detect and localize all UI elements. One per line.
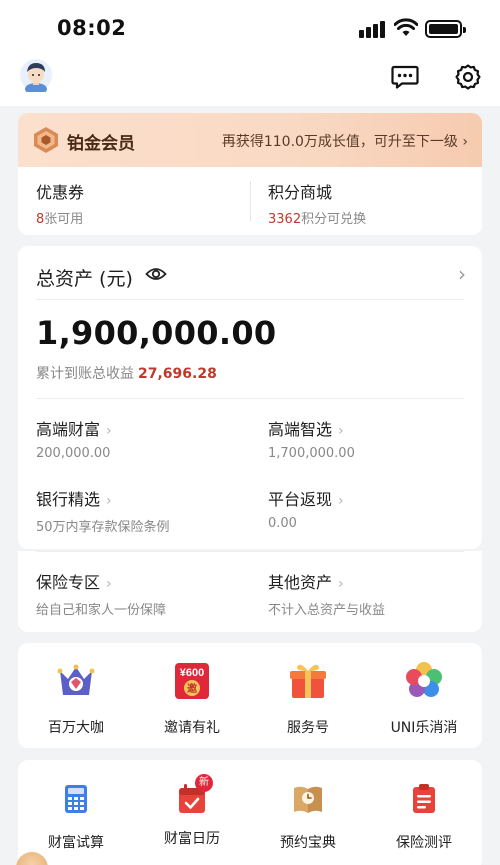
points-title: 积分商城: [268, 183, 333, 202]
divider: [36, 299, 464, 300]
points-count: 3362: [268, 212, 302, 227]
invite-icon: ¥600 邀: [175, 663, 209, 699]
quick-entry-service[interactable]: 服务号: [250, 661, 366, 737]
assets-card: 总资产 (元) › 1,900,000.00 累计到账总收益 27,696.28 …: [18, 246, 482, 549]
vip-card: 铂金会员 再获得110.0万成长值，可升至下一级 › 优惠券 8张可用 积分商城…: [18, 113, 482, 235]
chevron-right-icon: ›: [338, 576, 344, 592]
coupon-suffix: 张可用: [44, 212, 84, 227]
vip-upgrade-hint[interactable]: 再获得110.0万成长值，可升至下一级 ›: [222, 131, 468, 151]
battery-icon: [425, 20, 466, 38]
message-icon[interactable]: [391, 65, 419, 89]
asset-item-high-end-select[interactable]: 高端智选 › 1,700,000.00: [268, 416, 355, 461]
asset-item-bank-select[interactable]: 银行精选 › 50万内享存款保险条例: [36, 486, 170, 535]
insurance-zone-entry[interactable]: 保险专区 › 给自己和家人一份保障: [36, 569, 166, 618]
book-icon: [294, 786, 322, 813]
chevron-right-icon: ›: [338, 423, 344, 439]
assets-title[interactable]: 总资产 (元): [36, 264, 133, 291]
tool-insurance-assessment[interactable]: 保险测评: [366, 782, 482, 852]
crown-icon: [57, 664, 95, 695]
chevron-right-icon: ›: [338, 493, 344, 509]
status-time: 08:02: [57, 16, 127, 40]
divider: [36, 551, 464, 552]
other-assets-entry[interactable]: 其他资产 › 不计入总资产与收益: [268, 569, 385, 618]
total-earnings: 累计到账总收益 27,696.28: [36, 366, 217, 382]
wifi-icon: [394, 18, 418, 36]
assets-chevron-right-icon[interactable]: ›: [458, 262, 466, 286]
coupon-entry[interactable]: 优惠券 8张可用: [36, 179, 84, 227]
clipboard-icon: [413, 784, 435, 813]
chevron-right-icon: ›: [106, 493, 112, 509]
gift-icon: [290, 664, 326, 698]
calculator-icon: [65, 785, 87, 813]
chevron-right-icon: ›: [106, 423, 112, 439]
tool-wealth-calendar[interactable]: 新 财富日历: [134, 774, 250, 848]
signal-icon: [359, 20, 387, 38]
tool-wealth-calculator[interactable]: 财富试算: [18, 782, 134, 852]
vip-banner[interactable]: 铂金会员 再获得110.0万成长值，可升至下一级 ›: [18, 113, 482, 167]
flower-icon: [406, 662, 442, 697]
svg-text:¥600: ¥600: [180, 667, 204, 679]
quick-entry-card: 百万大咖 ¥600 邀 邀请有礼 服务号 UNI乐消消: [18, 643, 482, 748]
asset-item-high-end-wealth[interactable]: 高端财富 › 200,000.00: [36, 416, 112, 461]
coupon-title: 优惠券: [36, 183, 85, 202]
chevron-right-icon: ›: [106, 576, 112, 592]
avatar[interactable]: [20, 58, 52, 92]
gear-icon[interactable]: [454, 63, 482, 91]
quick-entry-millionaire[interactable]: 百万大咖: [18, 661, 134, 737]
top-bar: [0, 58, 500, 106]
vip-badge-icon: [34, 127, 58, 153]
points-mall-entry[interactable]: 积分商城 3362积分可兑换: [268, 179, 366, 227]
status-bar: 08:02: [0, 0, 500, 58]
tools-card: 财富试算 新 财富日历 预约宝典 保险测评: [18, 760, 482, 865]
total-earnings-value: 27,696.28: [138, 366, 217, 382]
eye-icon[interactable]: [145, 265, 167, 283]
points-suffix: 积分可兑换: [301, 212, 367, 227]
vip-level: 铂金会员: [67, 134, 135, 154]
new-badge: 新: [195, 774, 213, 792]
quick-entry-uni-game[interactable]: UNI乐消消: [366, 661, 482, 737]
svg-text:邀: 邀: [187, 682, 198, 695]
total-assets-value: 1,900,000.00: [36, 314, 277, 352]
divider: [36, 398, 464, 399]
tool-appointment-guide[interactable]: 预约宝典: [250, 782, 366, 852]
quick-entry-invite[interactable]: ¥600 邀 邀请有礼: [134, 661, 250, 737]
asset-item-platform-cashback[interactable]: 平台返现 › 0.00: [268, 486, 344, 531]
divider: [250, 181, 251, 221]
insurance-card: 保险专区 › 给自己和家人一份保障 其他资产 › 不计入总资产与收益: [18, 551, 482, 632]
